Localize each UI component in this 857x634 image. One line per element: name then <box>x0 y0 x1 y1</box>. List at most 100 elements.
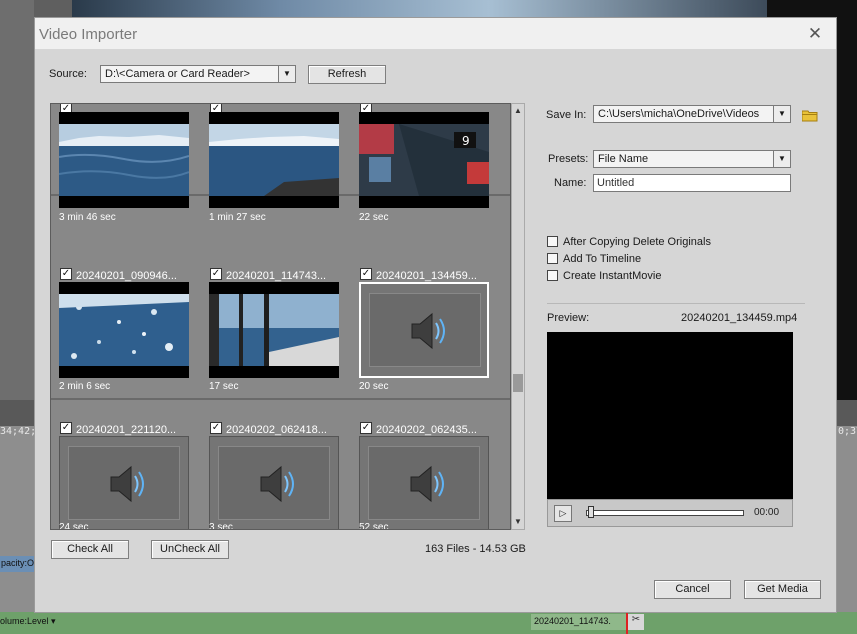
save-in-dropdown[interactable]: C:\Users\micha\OneDrive\Videos ▼ <box>593 105 791 123</box>
file-name: 20240202_062435... <box>376 424 477 436</box>
thumbnail-checkbox[interactable]: ✓ <box>60 268 72 280</box>
refresh-button[interactable]: Refresh <box>308 65 386 84</box>
file-name: 20240201_221120... <box>76 424 177 436</box>
thumbnail-item[interactable]: ✓ 20240202_062435... 52 sec <box>351 402 491 530</box>
thumbnail-row: ✓ 3 min 46 sec ✓ 1 min 27 sec ✓ 9 22 sec <box>51 104 510 223</box>
audio-thumbnail[interactable] <box>59 436 189 529</box>
scrollbar-thumb[interactable] <box>513 374 523 392</box>
preview-video <box>547 332 793 527</box>
duration-label: 22 sec <box>359 212 389 223</box>
name-label: Name: <box>554 177 587 189</box>
playback-time: 00:00 <box>754 507 780 518</box>
video-importer-dialog: Video Importer ✕ Source: D:\<Camera or C… <box>34 17 837 613</box>
source-value: D:\<Camera or Card Reader> <box>105 68 250 80</box>
grid-scrollbar[interactable]: ▲ ▼ <box>511 103 525 530</box>
duration-label: 24 sec <box>59 522 89 530</box>
thumbnail-grid[interactable]: ✓ 3 min 46 sec ✓ 1 min 27 sec ✓ 9 22 sec… <box>50 103 511 530</box>
thumbnail-item[interactable]: ✓ 1 min 27 sec <box>201 104 341 223</box>
file-name: 20240201_134459... <box>376 270 477 282</box>
cancel-button[interactable]: Cancel <box>654 580 731 599</box>
thumbnail-item[interactable]: ✓ 9 22 sec <box>351 104 491 223</box>
thumbnail-checkbox[interactable]: ✓ <box>360 268 372 280</box>
file-name: 20240201_090946... <box>76 270 177 282</box>
save-in-value: C:\Users\micha\OneDrive\Videos <box>598 108 760 120</box>
duration-label: 2 min 6 sec <box>59 381 111 392</box>
audio-placeholder <box>68 446 180 520</box>
file-name: 20240201_114743... <box>226 270 327 282</box>
presets-value: File Name <box>598 153 649 165</box>
chevron-down-icon[interactable]: ▼ <box>773 151 790 167</box>
timeline-clip[interactable]: 20240201_114743. <box>531 614 627 630</box>
checkbox-label: Add To Timeline <box>563 253 642 265</box>
thumbnail-row: ✓ 20240201_090946... 2 min 6 sec ✓ 20240… <box>51 248 510 400</box>
thumbnail-item[interactable]: ✓ 20240201_221120... 24 sec <box>51 402 191 530</box>
dialog-title: Video Importer <box>39 26 138 43</box>
get-media-button[interactable]: Get Media <box>744 580 821 599</box>
thumbnail-item[interactable]: ✓ 3 min 46 sec <box>51 104 191 223</box>
name-input[interactable] <box>593 174 791 192</box>
title-bar: Video Importer ✕ <box>35 18 836 49</box>
folder-icon[interactable] <box>802 109 818 122</box>
video-thumbnail[interactable] <box>59 112 189 208</box>
delete-originals-checkbox[interactable]: After Copying Delete Originals <box>547 236 711 248</box>
checkbox-box[interactable] <box>547 270 558 281</box>
preview-label: Preview: <box>547 312 590 324</box>
video-thumbnail[interactable] <box>59 282 189 378</box>
thumbnail-checkbox[interactable]: ✓ <box>60 422 72 434</box>
speaker-icon <box>260 465 294 503</box>
chevron-down-icon[interactable]: ▼ <box>278 66 295 82</box>
audio-thumbnail[interactable] <box>359 436 489 529</box>
checkbox-box[interactable] <box>547 236 558 247</box>
audio-track <box>0 612 857 634</box>
scroll-down-icon[interactable]: ▼ <box>512 515 524 529</box>
speaker-icon <box>110 465 144 503</box>
duration-label: 1 min 27 sec <box>209 212 266 223</box>
video-thumbnail[interactable] <box>209 282 339 378</box>
svg-text:9: 9 <box>462 134 470 148</box>
divider <box>547 303 805 304</box>
play-icon: ▷ <box>559 508 567 518</box>
playback-controls: ▷ 00:00 <box>547 499 793 527</box>
source-dropdown[interactable]: D:\<Camera or Card Reader> ▼ <box>100 65 296 83</box>
add-to-timeline-checkbox[interactable]: Add To Timeline <box>547 253 641 265</box>
video-thumbnail[interactable] <box>209 112 339 208</box>
seek-track[interactable] <box>586 510 744 516</box>
create-instantmovie-checkbox[interactable]: Create InstantMovie <box>547 270 661 282</box>
thumbnail-checkbox[interactable]: ✓ <box>210 268 222 280</box>
file-summary: 163 Files - 14.53 GB <box>425 543 526 555</box>
audio-thumbnail-selected[interactable] <box>359 282 489 378</box>
video-thumbnail[interactable]: 9 <box>359 112 489 208</box>
scroll-up-icon[interactable]: ▲ <box>512 104 524 118</box>
thumbnail-item[interactable]: ✓ 20240201_134459... 20 sec <box>351 248 491 400</box>
thumbnail-row: ✓ 20240201_221120... 24 sec ✓ 20240202_0… <box>51 402 510 530</box>
chevron-down-icon[interactable]: ▼ <box>773 106 790 122</box>
presets-dropdown[interactable]: File Name ▼ <box>593 150 791 168</box>
close-icon[interactable]: ✕ <box>806 25 824 43</box>
thumbnail-item[interactable]: ✓ 20240202_062418... 3 sec <box>201 402 341 530</box>
play-button[interactable]: ▷ <box>554 505 572 522</box>
thumbnail-checkbox[interactable]: ✓ <box>210 422 222 434</box>
scissors-icon[interactable]: ✂ <box>628 614 644 630</box>
background-left-panel <box>0 0 34 400</box>
duration-label: 3 sec <box>209 522 233 530</box>
thumbnail-item[interactable]: ✓ 20240201_114743... 17 sec <box>201 248 341 400</box>
audio-placeholder <box>368 446 480 520</box>
audio-placeholder <box>218 446 330 520</box>
volume-label: olume:Level ▾ <box>0 616 56 626</box>
duration-label: 3 min 46 sec <box>59 212 116 223</box>
duration-label: 17 sec <box>209 381 239 392</box>
background-video-monitor <box>72 0 767 17</box>
uncheck-all-button[interactable]: UnCheck All <box>151 540 229 559</box>
checkbox-label: After Copying Delete Originals <box>563 236 711 248</box>
checkbox-label: Create InstantMovie <box>563 270 662 282</box>
duration-label: 52 sec <box>359 522 389 530</box>
duration-label: 20 sec <box>359 381 389 392</box>
thumbnail-item[interactable]: ✓ 20240201_090946... 2 min 6 sec <box>51 248 191 400</box>
seek-handle[interactable] <box>588 506 594 518</box>
source-label: Source: <box>49 68 87 80</box>
check-all-button[interactable]: Check All <box>51 540 129 559</box>
audio-thumbnail[interactable] <box>209 436 339 529</box>
checkbox-box[interactable] <box>547 253 558 264</box>
presets-label: Presets: <box>548 153 589 165</box>
thumbnail-checkbox[interactable]: ✓ <box>360 422 372 434</box>
